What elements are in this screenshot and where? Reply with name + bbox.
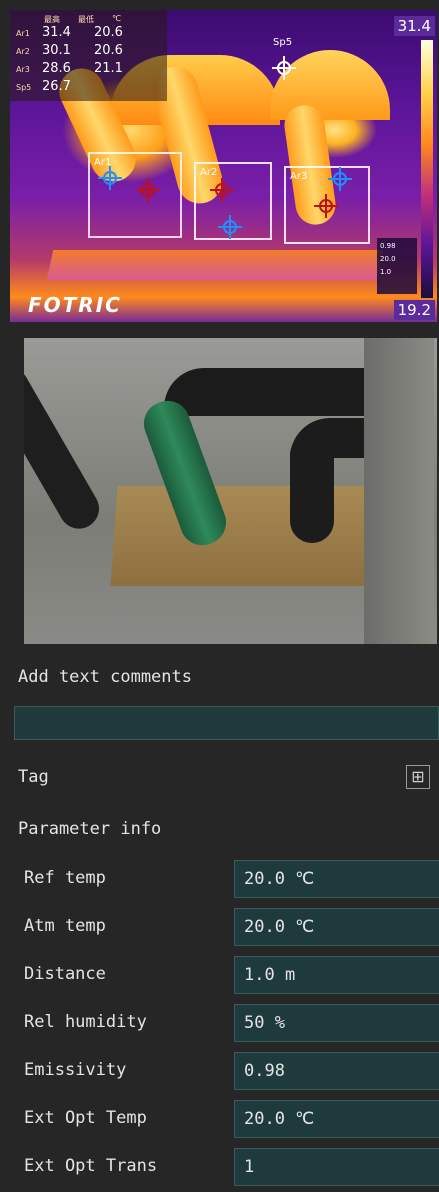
atm-temp-field[interactable]: 20.0 ℃: [234, 908, 439, 946]
param-label: Atm temp: [24, 916, 106, 936]
measure-max: 28.6: [42, 61, 71, 76]
param-overlay: 0.98 20.0 1.0: [377, 238, 417, 294]
measure-name: Ar1: [16, 29, 30, 38]
measurement-row: Ar3 28.6 21.1: [16, 61, 161, 79]
param-overlay-distance: 1.0: [380, 268, 392, 276]
param-row-rel-humidity: Rel humidity 50 %: [0, 1004, 439, 1042]
area-label: Ar2: [200, 167, 218, 178]
brand-logo: FOTRIC: [28, 293, 122, 317]
measurement-row: Ar2 30.1 20.6: [16, 43, 161, 61]
board-shape: [110, 486, 408, 586]
spot-label: Sp5: [273, 37, 293, 48]
spot-crosshair-icon: [272, 56, 296, 80]
param-row-ext-opt-temp: Ext Opt Temp 20.0 ℃: [0, 1100, 439, 1138]
emissivity-field[interactable]: 0.98: [234, 1052, 439, 1090]
param-label: Distance: [24, 964, 106, 984]
add-tag-icon[interactable]: ⊞: [406, 765, 430, 789]
measure-name: Ar3: [16, 65, 30, 74]
param-overlay-reftemp: 20.0: [380, 255, 396, 263]
measure-min: 21.1: [94, 61, 123, 76]
wall-shape: [364, 338, 434, 644]
param-label: Ext Opt Trans: [24, 1156, 158, 1176]
min-crosshair-icon: [98, 166, 122, 190]
param-row-ref-temp: Ref temp 20.0 ℃: [0, 860, 439, 898]
measure-max: 30.1: [42, 43, 71, 58]
param-label: Ref temp: [24, 868, 106, 888]
measure-max: 31.4: [42, 25, 71, 40]
param-label: Emissivity: [24, 1060, 127, 1080]
comments-label: Add text comments: [18, 667, 192, 687]
max-crosshair-icon: [210, 178, 234, 202]
tag-label: Tag: [18, 767, 49, 787]
black-pipe-shape: [24, 360, 107, 536]
param-row-atm-temp: Atm temp 20.0 ℃: [0, 908, 439, 946]
color-scale-bar: [421, 40, 433, 298]
measure-min: 20.6: [94, 25, 123, 40]
rel-humidity-field[interactable]: 50 %: [234, 1004, 439, 1042]
measurement-row: Ar1 31.4 20.6: [16, 25, 161, 43]
area-label: Ar3: [290, 171, 308, 182]
ref-temp-field[interactable]: 20.0 ℃: [234, 860, 439, 898]
max-crosshair-icon: [136, 178, 160, 202]
parameter-info-title: Parameter info: [18, 819, 162, 839]
distance-field[interactable]: 1.0 m: [234, 956, 439, 994]
ext-opt-temp-field[interactable]: 20.0 ℃: [234, 1100, 439, 1138]
param-row-distance: Distance 1.0 m: [0, 956, 439, 994]
measurement-row: Sp5 26.7: [16, 79, 161, 97]
param-row-ext-opt-trans: Ext Opt Trans 1: [0, 1148, 439, 1186]
header-unit: ℃: [112, 14, 121, 23]
scale-max-value: 31.4: [393, 16, 435, 36]
measure-min: 20.6: [94, 43, 123, 58]
measure-name: Sp5: [16, 83, 32, 92]
max-crosshair-icon: [314, 194, 338, 218]
measurement-table: 最高 最低 ℃ Ar1 31.4 20.6 Ar2 30.1 20.6 Ar3 …: [10, 10, 167, 101]
comments-input[interactable]: [14, 706, 439, 740]
measure-value: 26.7: [42, 79, 71, 94]
min-crosshair-icon: [328, 167, 352, 191]
visible-light-image[interactable]: [24, 338, 437, 644]
param-label: Ext Opt Temp: [24, 1108, 147, 1128]
header-max: 最高: [44, 15, 60, 24]
hot-floor-shape: [46, 250, 384, 280]
param-row-emissivity: Emissivity 0.98: [0, 1052, 439, 1090]
ext-opt-trans-field[interactable]: 1: [234, 1148, 439, 1186]
min-crosshair-icon: [218, 215, 242, 239]
header-min: 最低: [78, 15, 94, 24]
measure-name: Ar2: [16, 47, 30, 56]
param-overlay-emissivity: 0.98: [380, 242, 396, 250]
thermal-image[interactable]: 最高 最低 ℃ Ar1 31.4 20.6 Ar2 30.1 20.6 Ar3 …: [10, 10, 437, 322]
scale-min-value: 19.2: [393, 300, 435, 320]
param-label: Rel humidity: [24, 1012, 147, 1032]
